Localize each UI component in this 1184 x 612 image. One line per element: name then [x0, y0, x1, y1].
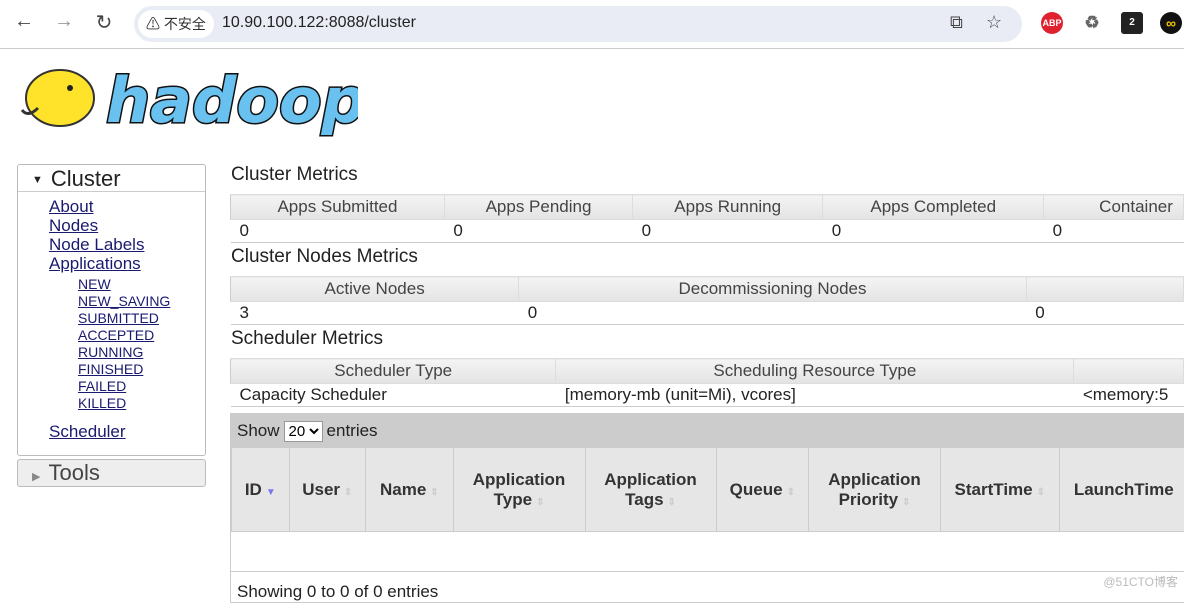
scheduler-metrics-table: Scheduler Type Scheduling Resource Type …	[229, 358, 1184, 407]
sort-desc-icon: ▼	[265, 486, 276, 498]
link-state-new-saving[interactable]: NEW_SAVING	[78, 293, 205, 310]
header-decommissioning-nodes: Decommissioning Nodes	[518, 276, 1027, 302]
col-queue[interactable]: Queue ⇕	[715, 447, 810, 532]
back-icon[interactable]: ←	[12, 10, 36, 33]
node-metrics-title: Cluster Nodes Metrics	[231, 246, 418, 267]
table-length-control: Show 20 entries	[231, 414, 1184, 447]
sort-icon: ⇕	[430, 486, 439, 498]
header-resource-type: Scheduling Resource Type	[555, 358, 1075, 384]
header-apps-running: Apps Running	[632, 194, 824, 220]
header-containers: Container	[1043, 194, 1184, 220]
value-apps-completed: 0	[822, 219, 1044, 243]
header-apps-completed: Apps Completed	[822, 194, 1045, 220]
link-state-killed[interactable]: KILLED	[78, 395, 205, 412]
link-active-nodes[interactable]: 3	[240, 303, 249, 322]
node-metrics-table: Active Nodes Decommissioning Nodes 3 0 0	[229, 276, 1184, 325]
col-name[interactable]: Name ⇕	[365, 447, 454, 532]
forward-icon[interactable]: →	[52, 10, 76, 33]
sidebar-cluster: ▼ Cluster About Nodes Node Labels Applica…	[17, 164, 206, 456]
value-resource-type: [memory-mb (unit=Mi), vcores]	[555, 383, 1074, 407]
recycle-icon[interactable]: ♻	[1081, 12, 1103, 34]
col-label: User	[302, 479, 341, 499]
sidebar-tools[interactable]: ▶ Tools	[17, 459, 206, 487]
value-apps-pending: 0	[444, 219, 633, 243]
link-state-accepted[interactable]: ACCEPTED	[78, 327, 205, 344]
link-state-finished[interactable]: FINISHED	[78, 361, 205, 378]
cluster-section-header[interactable]: ▼ Cluster	[18, 165, 205, 192]
applications-table-wrapper: Show 20 entries ID ▼ User ⇕ Name ⇕ Applicatio…	[230, 413, 1184, 603]
infinity-icon[interactable]: ∞	[1160, 12, 1182, 34]
show-label: Show	[237, 421, 280, 440]
link-about[interactable]: About	[49, 197, 205, 216]
logo-text: hadoop	[106, 64, 358, 137]
link-nodes[interactable]: Nodes	[49, 216, 205, 235]
link-decommissioned-nodes[interactable]: 0	[1035, 303, 1044, 322]
col-starttime[interactable]: StartTime ⇕	[940, 447, 1060, 532]
header-more	[1025, 276, 1184, 302]
address-bar[interactable]: ⚠ 不安全 10.90.100.122:8088/cluster ⧉ ☆	[134, 6, 1022, 42]
sort-icon: ⇕	[667, 496, 676, 508]
security-indicator[interactable]: ⚠ 不安全	[138, 10, 214, 38]
star-icon[interactable]: ☆	[986, 12, 1002, 33]
collapsed-triangle-icon: ▶	[32, 471, 41, 483]
col-label: Application Type	[472, 469, 566, 509]
link-node-labels[interactable]: Node Labels	[49, 235, 205, 254]
col-label: Application Tags	[604, 469, 697, 509]
cluster-metrics-table: Apps Submitted Apps Pending Apps Running…	[230, 194, 1184, 243]
sort-icon: ⇕	[344, 486, 353, 498]
cluster-title: Cluster	[50, 166, 121, 191]
watermark: @51CTO博客	[1103, 575, 1178, 589]
link-applications[interactable]: Applications	[49, 254, 205, 273]
col-user[interactable]: User ⇕	[288, 447, 367, 532]
header-scheduler-type: Scheduler Type	[229, 358, 557, 384]
scheduler-metrics-title: Scheduler Metrics	[231, 328, 384, 349]
table-info: Showing 0 to 0 of 0 entries	[237, 582, 439, 601]
value-apps-submitted: 0	[230, 219, 445, 243]
col-label: ID	[244, 479, 262, 499]
link-state-failed[interactable]: FAILED	[78, 378, 205, 395]
page-size-select[interactable]: 20	[283, 421, 323, 442]
reload-icon[interactable]: ↻	[92, 10, 116, 35]
sort-icon: ⇕	[902, 496, 911, 508]
col-label: Queue	[729, 479, 783, 499]
header-active-nodes: Active Nodes	[229, 276, 520, 302]
col-launchtime[interactable]: LaunchTime	[1058, 447, 1184, 532]
value-apps-running: 0	[632, 219, 823, 243]
sort-icon: ⇕	[536, 496, 545, 508]
col-application-tags[interactable]: Application Tags ⇕	[584, 447, 717, 532]
col-application-type[interactable]: Application Type ⇕	[452, 447, 586, 532]
value-min-allocation: <memory:5	[1073, 383, 1184, 407]
sort-icon: ⇕	[786, 486, 795, 498]
url-text[interactable]: 10.90.100.122:8088/cluster	[222, 14, 416, 32]
entries-label: entries	[326, 421, 378, 440]
header-apps-submitted: Apps Submitted	[230, 194, 445, 220]
hadoop-logo: hadoop	[20, 63, 358, 138]
value-containers: 0	[1043, 219, 1184, 243]
link-scheduler[interactable]: Scheduler	[49, 422, 205, 441]
empty-row	[231, 532, 1184, 572]
col-label: StartTime	[954, 479, 1033, 499]
col-id[interactable]: ID ▼	[231, 447, 290, 532]
col-application-priority[interactable]: Application Priority ⇕	[808, 447, 942, 532]
col-label: LaunchTime	[1073, 479, 1174, 499]
tools-title: Tools	[48, 460, 100, 485]
link-state-submitted[interactable]: SUBMITTED	[78, 310, 205, 327]
link-state-new[interactable]: NEW	[78, 276, 205, 293]
expanded-triangle-icon: ▼	[32, 173, 43, 186]
cluster-metrics-title: Cluster Metrics	[231, 164, 358, 185]
col-label: Name	[379, 479, 427, 499]
link-state-running[interactable]: RUNNING	[78, 344, 205, 361]
sort-icon: ⇕	[1036, 486, 1046, 498]
extension-badge-icon[interactable]: 2	[1121, 12, 1143, 34]
header-more	[1073, 358, 1184, 384]
security-label: 不安全	[163, 16, 206, 32]
applications-table: ID ▼ User ⇕ Name ⇕ Application Type ⇕ Applic…	[231, 447, 1184, 532]
translate-icon[interactable]: ⧉	[950, 12, 963, 33]
header-apps-pending: Apps Pending	[443, 194, 634, 220]
value-scheduler-type: Capacity Scheduler	[230, 383, 556, 407]
browser-toolbar: ← → ↻ ⚠ 不安全 10.90.100.122:8088/cluster ⧉…	[0, 0, 1184, 49]
adblock-icon[interactable]: ABP	[1041, 12, 1063, 34]
link-decommissioning-nodes[interactable]: 0	[528, 303, 537, 322]
